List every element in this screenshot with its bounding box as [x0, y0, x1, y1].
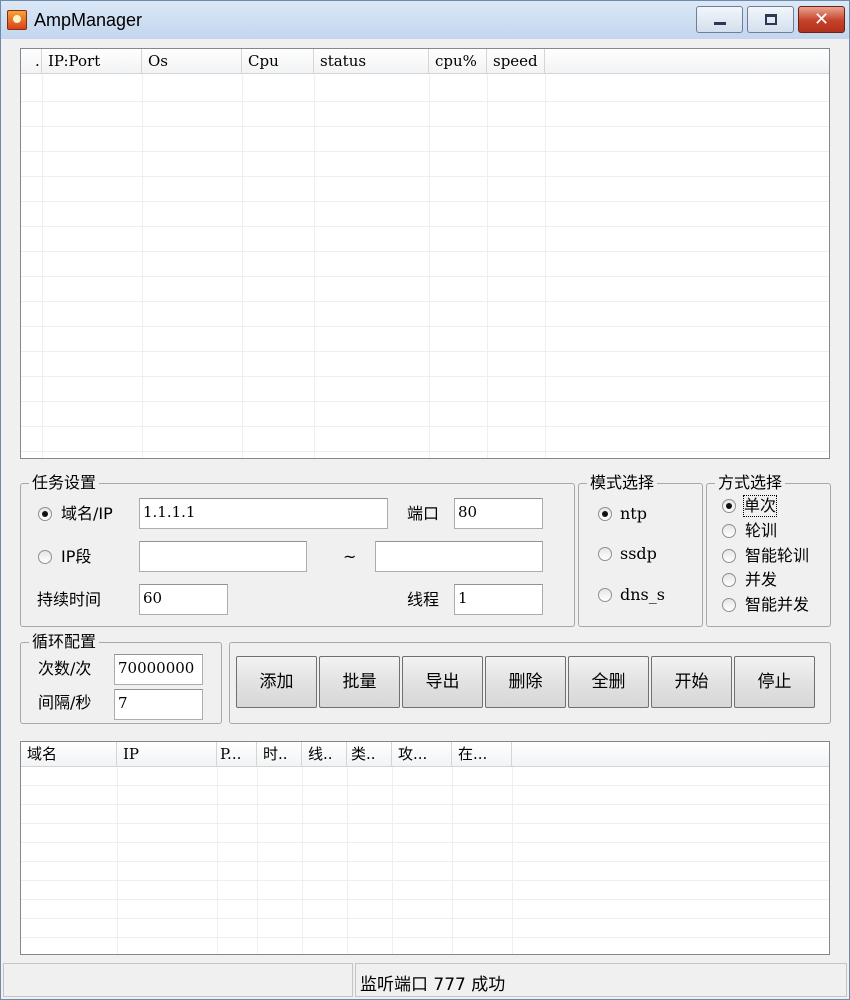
loop-config-title: 循环配置 [29, 632, 100, 652]
column-header[interactable]: speed [487, 49, 545, 73]
app-icon [7, 10, 27, 30]
domain-ip-label: 域名/IP [61, 504, 113, 523]
stop-button[interactable]: 停止 [734, 656, 815, 708]
domain-ip-radio[interactable] [38, 507, 52, 521]
window-title: AmpManager [34, 10, 143, 30]
status-bar: 监听端口 777 成功 [3, 963, 847, 997]
method-radio-smart-rotate[interactable] [722, 549, 736, 563]
method-label-rotate: 轮训 [745, 521, 778, 540]
ip-range-label: IP段 [61, 547, 92, 566]
start-button[interactable]: 开始 [651, 656, 732, 708]
column-header[interactable]: IP:Port [42, 49, 142, 73]
export-button[interactable]: 导出 [402, 656, 483, 708]
ip-range-radio[interactable] [38, 550, 52, 564]
column-header[interactable]: status [314, 49, 429, 73]
method-label-concurrent: 并发 [745, 570, 778, 589]
column-header[interactable]: Cpu [242, 49, 314, 73]
column-header[interactable]: P... [217, 742, 257, 766]
status-message: 监听端口 777 成功 [360, 975, 506, 995]
threads-label: 线程 [407, 590, 440, 609]
duration-label: 持续时间 [37, 590, 102, 609]
mode-label-ntp: ntp [620, 504, 647, 523]
ip-range-separator: ~ [343, 547, 357, 566]
threads-input[interactable]: 1 [454, 584, 543, 615]
mode-radio-ntp[interactable] [598, 507, 612, 521]
ip-range-end-input[interactable] [375, 541, 543, 572]
add-button[interactable]: 添加 [236, 656, 317, 708]
column-header[interactable]: Os [142, 49, 242, 73]
method-radio-smart-concurrent[interactable] [722, 598, 736, 612]
method-select-title: 方式选择 [715, 473, 786, 493]
column-header[interactable]: 类.. [347, 742, 392, 766]
column-header[interactable]: cpu% [429, 49, 487, 73]
maximize-icon [765, 14, 777, 25]
method-label-smart-rotate: 智能轮训 [745, 546, 810, 565]
column-header[interactable]: 线.. [302, 742, 347, 766]
count-input[interactable]: 70000000 [114, 654, 203, 685]
mode-label-ssdp: ssdp [620, 544, 657, 563]
task-list-header: 域名 IP P... 时.. 线.. 类.. 攻... 在... [21, 742, 829, 767]
batch-button[interactable]: 批量 [319, 656, 400, 708]
column-header[interactable]: 时.. [257, 742, 302, 766]
ip-range-start-input[interactable] [139, 541, 307, 572]
server-list-header: . IP:Port Os Cpu status cpu% speed [21, 49, 829, 74]
status-pane-left [3, 963, 353, 997]
mode-select-title: 模式选择 [587, 473, 658, 493]
column-header[interactable]: 在... [452, 742, 512, 766]
maximize-button[interactable] [747, 6, 794, 33]
interval-label: 间隔/秒 [38, 693, 92, 712]
count-label: 次数/次 [38, 659, 92, 678]
mode-label-dns: dns_s [620, 585, 665, 604]
duration-input[interactable]: 60 [139, 584, 228, 615]
port-input[interactable]: 80 [454, 498, 543, 529]
status-pane-message: 监听端口 777 成功 [355, 963, 847, 997]
mode-radio-dns[interactable] [598, 588, 612, 602]
delete-button[interactable]: 删除 [485, 656, 566, 708]
task-settings-title: 任务设置 [29, 473, 100, 493]
column-header[interactable]: . [21, 49, 42, 73]
interval-input[interactable]: 7 [114, 689, 203, 720]
close-button[interactable]: ✕ [798, 6, 845, 33]
domain-ip-input[interactable]: 1.1.1.1 [139, 498, 388, 529]
method-radio-rotate[interactable] [722, 524, 736, 538]
title-bar[interactable]: AmpManager ✕ [1, 1, 849, 39]
task-list[interactable]: 域名 IP P... 时.. 线.. 类.. 攻... 在... [20, 741, 830, 955]
app-window: AmpManager ✕ . IP:Port Os Cpu status cpu… [0, 0, 850, 1000]
mode-radio-ssdp[interactable] [598, 547, 612, 561]
method-label-single: 单次 [743, 495, 778, 517]
method-radio-concurrent[interactable] [722, 573, 736, 587]
column-header[interactable]: IP [117, 742, 217, 766]
server-list[interactable]: . IP:Port Os Cpu status cpu% speed [20, 48, 830, 459]
close-icon: ✕ [813, 9, 830, 30]
port-label: 端口 [407, 504, 440, 523]
method-radio-single[interactable] [722, 499, 736, 513]
column-header[interactable]: 域名 [21, 742, 117, 766]
column-header[interactable]: 攻... [392, 742, 452, 766]
minimize-button[interactable] [696, 6, 743, 33]
minimize-icon [714, 22, 726, 25]
method-label-smart-concurrent: 智能并发 [745, 595, 810, 614]
delete-all-button[interactable]: 全删 [568, 656, 649, 708]
